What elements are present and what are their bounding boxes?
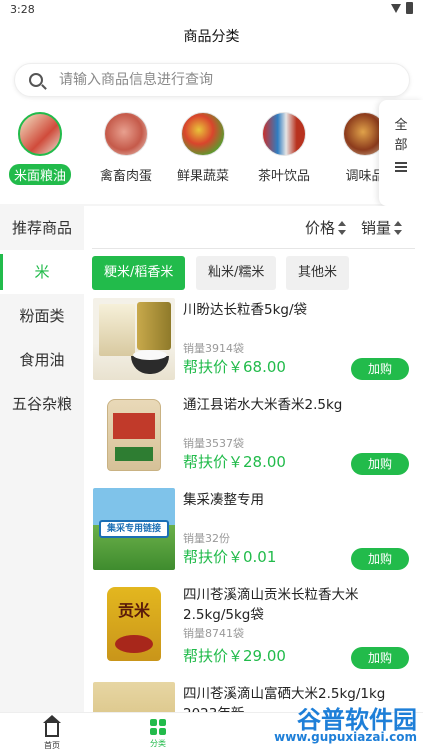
sidebar: 推荐商品 米 粉面类 食用油 五谷杂粮 [0, 206, 84, 712]
tea-drinks-icon [262, 112, 306, 156]
category-label: 米面粮油 [8, 164, 71, 185]
sort-arrows-icon [394, 220, 403, 235]
search-bar [0, 54, 423, 104]
product-image [93, 298, 175, 380]
product-name: 川盼达长粒香5kg/袋 [183, 302, 308, 318]
rice-oil-products-icon [18, 112, 62, 156]
sort-price[interactable]: 价格 [305, 217, 347, 238]
sidebar-item-recommended[interactable]: 推荐商品 [0, 206, 84, 250]
search-box[interactable] [14, 63, 410, 97]
product-panel: 价格 销量 粳米/稻香米 籼米/糯米 其他米 川盼达长粒香5kg/袋 销量391… [84, 206, 423, 712]
search-input[interactable] [59, 64, 399, 96]
all-label-2: 部 [394, 138, 408, 153]
product-image: 贡米 [93, 583, 175, 665]
product-card[interactable]: 贡米 四川苍溪滴山贡米长粒香大米2.5kg/5kg袋 销量8741袋 帮扶价￥2… [84, 583, 423, 678]
subtab-indica[interactable]: 籼米/糯米 [196, 256, 277, 290]
sidebar-item-noodles[interactable]: 粉面类 [0, 294, 84, 338]
sort-bar: 价格 销量 [84, 206, 423, 248]
page-title: 商品分类 [0, 20, 423, 54]
product-image-label: 贡米 [117, 601, 150, 620]
list-icon [395, 162, 407, 172]
add-to-cart-button[interactable]: 加购 [351, 548, 409, 570]
category-label: 禽畜肉蛋 [99, 169, 152, 184]
fruits-vegetables-icon [181, 112, 225, 156]
tab-category[interactable]: 分类 [128, 717, 188, 749]
product-card[interactable]: 川盼达长粒香5kg/袋 销量3914袋 帮扶价￥68.00 加购 [84, 298, 423, 393]
add-to-cart-button[interactable]: 加购 [351, 358, 409, 380]
category-strip: 米面粮油 禽畜肉蛋 鲜果蔬菜 茶叶饮品 调味品 [0, 104, 423, 204]
product-image: 集采专用链接 [93, 488, 175, 570]
watermark: 谷普软件园 www.gupuxiazai.com [267, 700, 417, 750]
product-price: 帮扶价￥28.00 [183, 453, 286, 471]
sort-price-label: 价格 [305, 219, 336, 237]
product-card[interactable]: 集采专用链接 集采凑整专用 销量32份 帮扶价￥0.01 加购 [84, 488, 423, 583]
sidebar-item-grains[interactable]: 五谷杂粮 [0, 382, 84, 426]
product-image [93, 682, 175, 712]
product-sales: 销量32份 [183, 532, 230, 545]
status-time: 3:28 [10, 3, 35, 16]
tab-home-label: 首页 [44, 741, 60, 750]
search-icon [29, 73, 43, 87]
product-sales: 销量3914袋 [183, 342, 244, 355]
product-sales: 销量3537袋 [183, 437, 244, 450]
battery-icon [406, 2, 413, 14]
home-icon [43, 715, 61, 737]
category-meat-eggs[interactable]: 禽畜肉蛋 [91, 112, 161, 185]
product-price: 帮扶价￥0.01 [183, 548, 277, 566]
product-price: 帮扶价￥68.00 [183, 358, 286, 376]
add-to-cart-button[interactable]: 加购 [351, 453, 409, 475]
sort-sales-label: 销量 [361, 219, 392, 237]
meat-eggs-icon [104, 112, 148, 156]
subtab-japonica[interactable]: 粳米/稻香米 [92, 256, 186, 290]
category-tea-drinks[interactable]: 茶叶饮品 [249, 112, 319, 185]
product-sales: 销量8741袋 [183, 627, 244, 640]
product-card[interactable]: 通江县诺水大米香米2.5kg 销量3537袋 帮扶价￥28.00 加购 [84, 393, 423, 488]
all-categories-button[interactable]: 全 部 [379, 100, 423, 206]
tab-category-label: 分类 [150, 739, 166, 748]
wifi-icon [391, 3, 401, 13]
product-price: 帮扶价￥29.00 [183, 647, 286, 665]
sort-arrows-icon [338, 220, 347, 235]
product-name: 通江县诺水大米香米2.5kg [183, 397, 343, 413]
watermark-url: www.gupuxiazai.com [274, 730, 417, 744]
product-name: 四川苍溪滴山贡米长粒香大米2.5kg/5kg袋 [183, 587, 359, 623]
divider [92, 248, 415, 249]
product-image-label: 集采专用链接 [99, 520, 169, 538]
product-name: 集采凑整专用 [183, 492, 264, 508]
product-image [93, 393, 175, 475]
grid-icon [150, 719, 166, 735]
category-label: 茶叶饮品 [257, 169, 310, 184]
sidebar-item-rice[interactable]: 米 [0, 250, 84, 294]
status-bar: 3:28 [0, 0, 423, 20]
category-label: 鲜果蔬菜 [176, 169, 229, 184]
status-icons [391, 2, 413, 14]
subtab-other[interactable]: 其他米 [286, 256, 350, 290]
add-to-cart-button[interactable]: 加购 [351, 647, 409, 669]
sort-sales[interactable]: 销量 [361, 217, 403, 238]
tab-home[interactable]: 首页 [22, 715, 82, 751]
category-rice-oil[interactable]: 米面粮油 [5, 112, 75, 185]
all-label-1: 全 [394, 118, 408, 133]
category-fruits-vegetables[interactable]: 鲜果蔬菜 [168, 112, 238, 185]
sidebar-item-cooking-oil[interactable]: 食用油 [0, 338, 84, 382]
